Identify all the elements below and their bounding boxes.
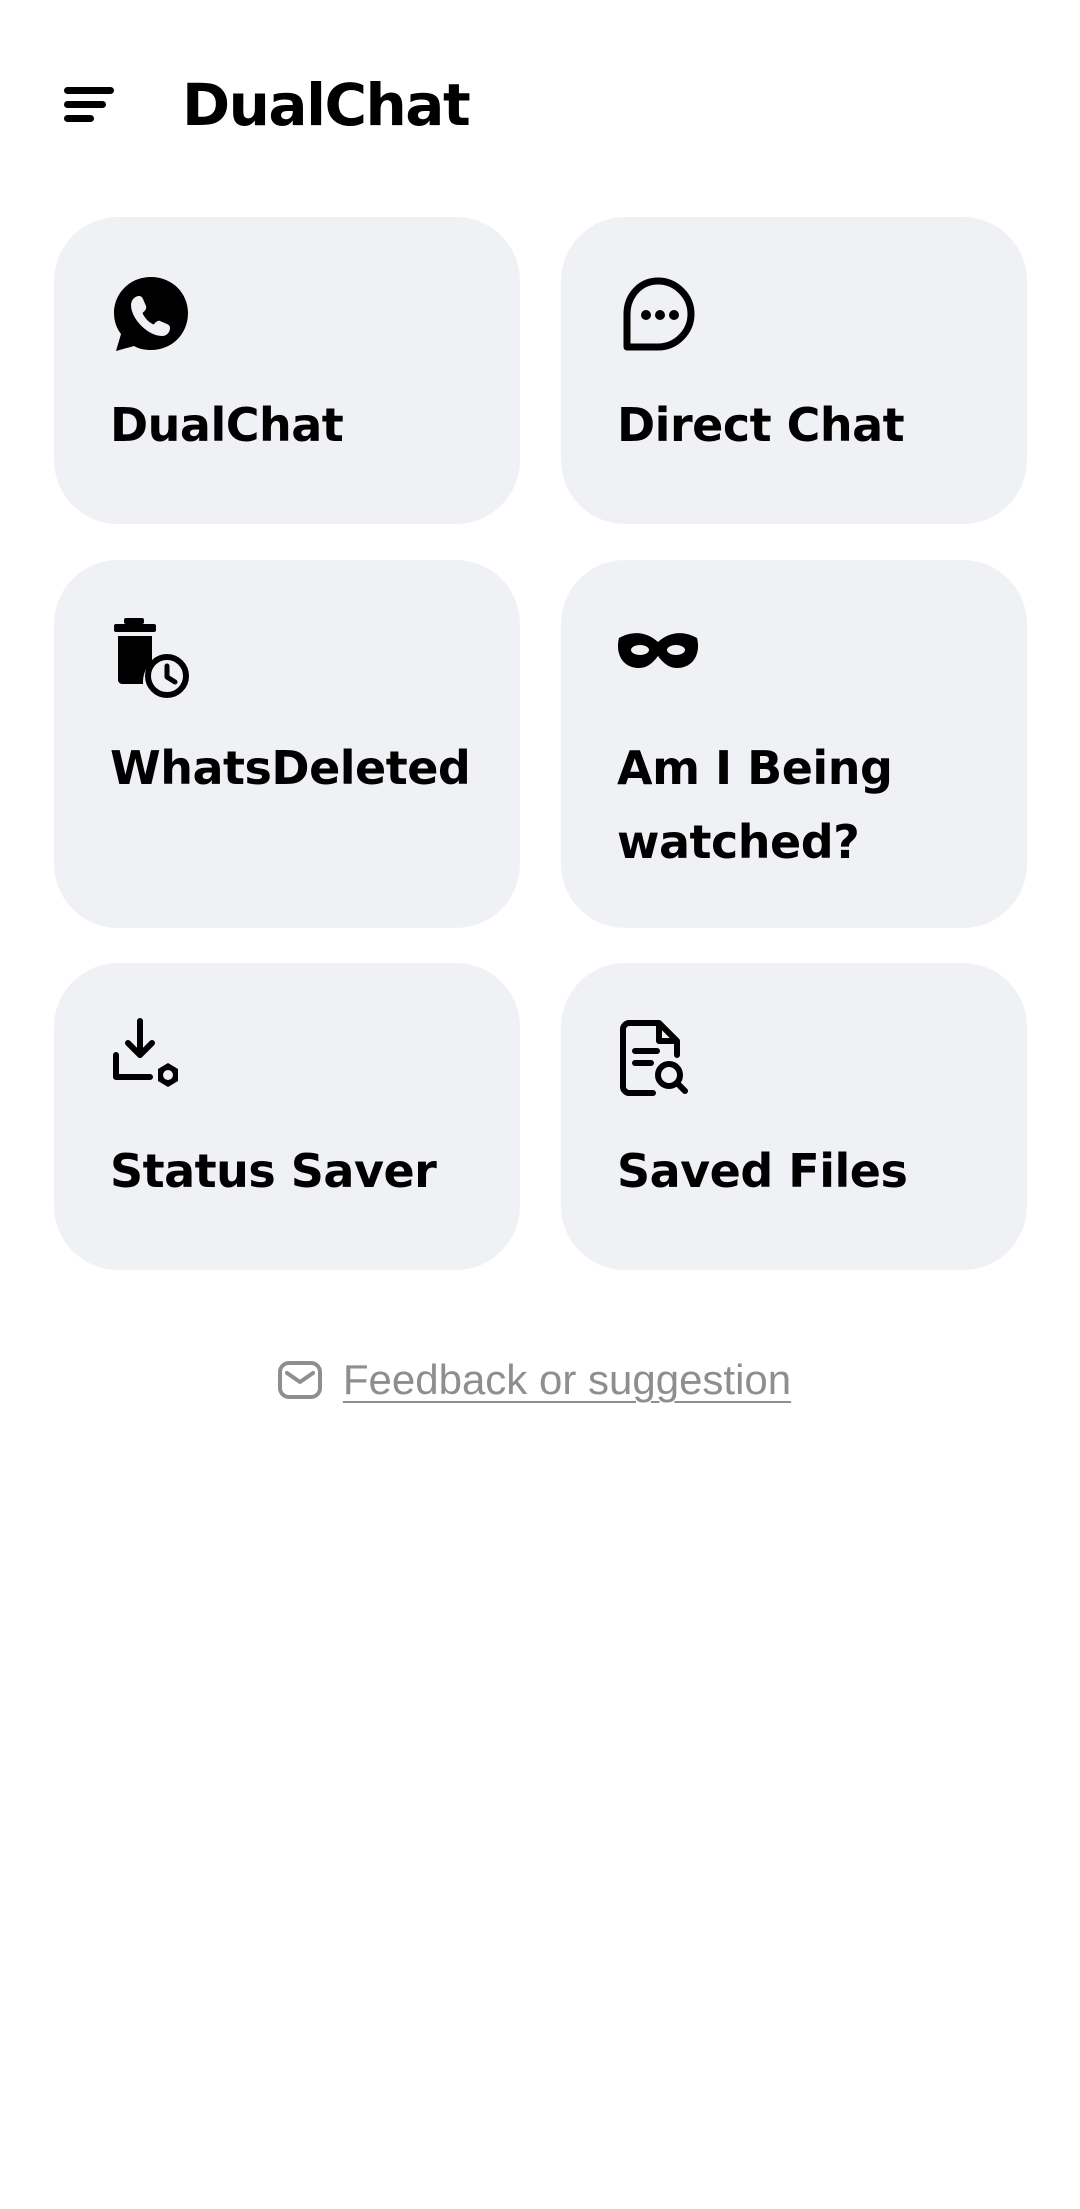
status-saver-card-label: Status Saver <box>110 1144 437 1198</box>
am-i-being-watched-label-line2: watched? <box>617 815 860 869</box>
status-saver-card[interactable]: Status Saver <box>54 963 520 1270</box>
trash-clock-icon <box>114 618 189 698</box>
whatsapp-phone-icon <box>114 277 188 351</box>
top-app-bar: DualChat <box>0 0 1080 200</box>
feedback-link[interactable]: Feedback or suggestion <box>0 1345 1080 1415</box>
document-search-icon <box>620 1020 688 1096</box>
whatsdeleted-card-label: WhatsDeleted <box>110 741 471 795</box>
direct-chat-card[interactable]: Direct Chat <box>561 217 1027 524</box>
chat-bubble-dots-icon <box>623 277 695 351</box>
menu-button[interactable] <box>50 65 130 145</box>
app-title: DualChat <box>182 71 471 139</box>
am-i-being-watched-card[interactable]: Am I Being watched? <box>561 560 1027 928</box>
app-screen: DualChat DualChat Direct Chat WhatsDelet… <box>0 0 1080 2209</box>
dualchat-card[interactable]: DualChat <box>54 217 520 524</box>
dualchat-card-label: DualChat <box>110 398 344 452</box>
saved-files-card[interactable]: Saved Files <box>561 963 1027 1270</box>
direct-chat-card-label: Direct Chat <box>617 398 905 452</box>
saved-files-card-label: Saved Files <box>617 1144 908 1198</box>
sort-menu-icon <box>64 87 114 122</box>
mask-icon <box>617 633 699 668</box>
feedback-link-text[interactable]: Feedback or suggestion <box>343 1356 791 1404</box>
whatsdeleted-card[interactable]: WhatsDeleted <box>54 560 520 928</box>
am-i-being-watched-label-line1: Am I Being <box>617 741 893 795</box>
mail-icon <box>277 1361 322 1399</box>
download-tray-icon <box>113 1018 178 1087</box>
